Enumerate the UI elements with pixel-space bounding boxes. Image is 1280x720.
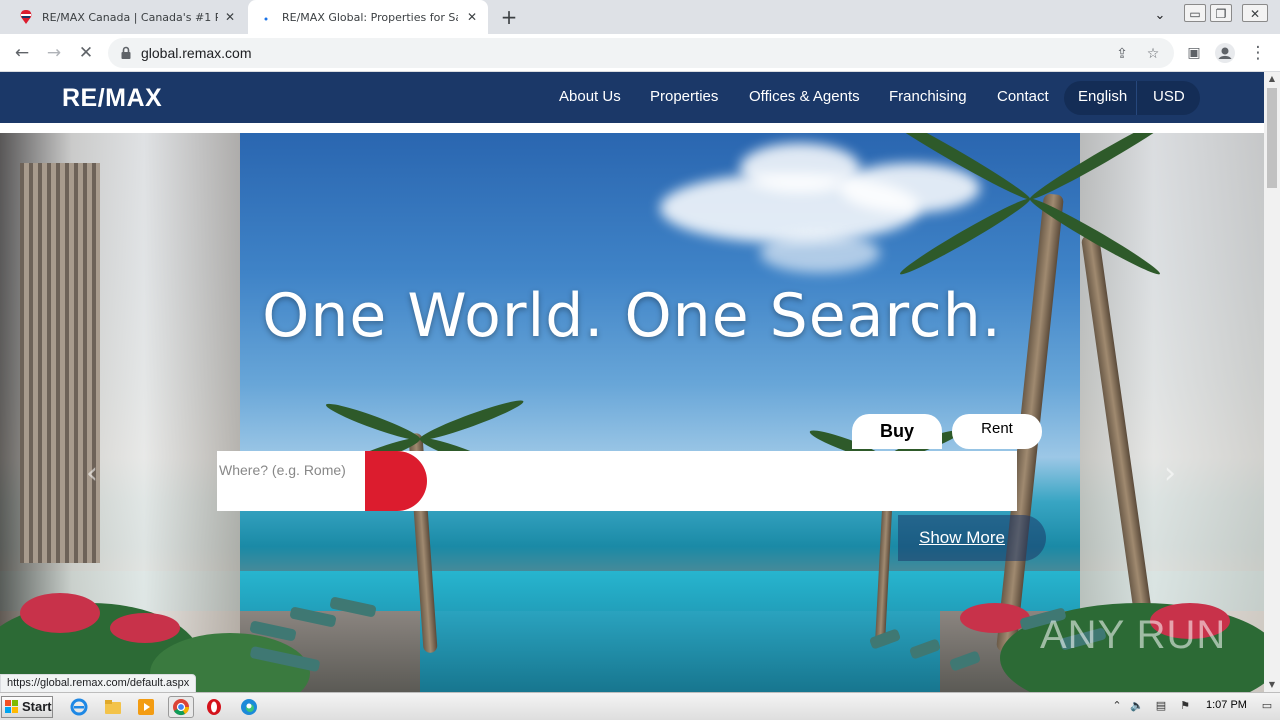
- currency-selector[interactable]: USD: [1153, 88, 1185, 105]
- restore-icon[interactable]: ❐: [1210, 4, 1232, 22]
- site-navbar: RE/MAX About Us Properties Offices & Age…: [0, 72, 1264, 123]
- opera-icon[interactable]: [205, 698, 223, 716]
- carousel-next-icon[interactable]: ›: [1158, 459, 1182, 489]
- tab-title: RE/MAX Canada | Canada's #1 Real Estate: [42, 10, 218, 24]
- flowers: [20, 593, 100, 633]
- tab-remax-canada[interactable]: RE/MAX Canada | Canada's #1 Real Estate …: [8, 0, 246, 34]
- carousel-prev-icon[interactable]: ‹: [80, 459, 104, 489]
- palm-frond: [323, 399, 423, 445]
- taskbar-clock[interactable]: 1:07 PM: [1206, 699, 1247, 711]
- tab-title: RE/MAX Global: Properties for Sale & Ren…: [282, 10, 458, 24]
- search-button[interactable]: [365, 451, 427, 511]
- profile-avatar-icon[interactable]: [1213, 41, 1237, 65]
- internet-explorer-icon[interactable]: [70, 698, 88, 716]
- rent-toggle-button[interactable]: Rent: [952, 414, 1042, 449]
- link-status-bubble: https://global.remax.com/default.aspx: [0, 674, 197, 693]
- scroll-down-icon[interactable]: ▼: [1264, 678, 1280, 692]
- nav-offices-agents[interactable]: Offices & Agents: [749, 88, 860, 105]
- bookmark-star-icon[interactable]: ☆: [1144, 45, 1162, 63]
- infinity-pool: [420, 611, 940, 692]
- nav-about-us[interactable]: About Us: [559, 88, 621, 105]
- nav-franchising[interactable]: Franchising: [889, 88, 967, 105]
- remax-balloon-icon: [18, 9, 34, 25]
- anyrun-watermark: ANY RUN: [1040, 613, 1227, 657]
- scroll-thumb[interactable]: [1267, 88, 1277, 188]
- start-label: Start: [22, 699, 52, 714]
- new-tab-icon[interactable]: +: [498, 6, 520, 28]
- language-selector[interactable]: English: [1078, 88, 1127, 105]
- volume-icon[interactable]: 🔈: [1130, 699, 1144, 713]
- page-scrollbar[interactable]: ▲ ▼: [1264, 72, 1280, 692]
- close-tab-icon[interactable]: ✕: [464, 9, 480, 25]
- edge-icon[interactable]: [240, 698, 258, 716]
- network-icon[interactable]: ▤: [1154, 699, 1168, 713]
- hero-banner: One World. One Search. ‹ › Buy Rent Show…: [0, 133, 1264, 692]
- hero-title: One World. One Search.: [262, 281, 1002, 351]
- back-icon[interactable]: ←: [10, 41, 34, 65]
- building-slats: [20, 163, 100, 563]
- divider: [1136, 81, 1137, 115]
- cloud: [840, 163, 980, 213]
- show-more-button[interactable]: Show More: [898, 515, 1046, 561]
- minimize-icon[interactable]: ▭: [1184, 4, 1206, 22]
- show-desktop-icon[interactable]: ▭: [1260, 699, 1274, 713]
- show-more-label: Show More: [919, 528, 1005, 547]
- flowers: [110, 613, 180, 643]
- web-page: RE/MAX About Us Properties Offices & Age…: [0, 72, 1264, 692]
- close-window-icon[interactable]: ✕: [1242, 4, 1268, 22]
- forward-icon[interactable]: →: [42, 41, 66, 65]
- action-center-flag-icon[interactable]: ⚑: [1178, 699, 1192, 713]
- chrome-taskbar-icon[interactable]: [168, 696, 194, 718]
- address-bar[interactable]: global.remax.com ⇪ ☆: [108, 38, 1174, 68]
- nav-properties[interactable]: Properties: [650, 88, 718, 105]
- flowers: [960, 603, 1030, 633]
- menu-kebab-icon[interactable]: ⋮: [1246, 41, 1270, 65]
- scroll-up-icon[interactable]: ▲: [1264, 72, 1280, 86]
- start-button[interactable]: Start: [1, 696, 53, 718]
- location-search-input[interactable]: [217, 451, 365, 511]
- lock-icon[interactable]: [118, 45, 134, 61]
- cloud: [760, 233, 880, 273]
- palm-frond: [417, 395, 526, 445]
- windows-logo-icon: [5, 700, 19, 714]
- url-text[interactable]: global.remax.com: [141, 45, 252, 61]
- close-tab-icon[interactable]: ✕: [222, 9, 238, 25]
- share-icon[interactable]: ⇪: [1113, 45, 1131, 63]
- stop-loading-icon[interactable]: ✕: [74, 41, 98, 65]
- remax-logo[interactable]: RE/MAX: [62, 84, 162, 113]
- browser-toolbar: ← → ✕ global.remax.com ⇪ ☆ ▣ ⋮: [0, 34, 1280, 72]
- tray-expand-icon[interactable]: ⌃: [1110, 699, 1124, 713]
- property-search-box: [217, 451, 1017, 511]
- side-panel-icon[interactable]: ▣: [1182, 41, 1206, 65]
- tab-search-chevron-icon[interactable]: ⌄: [1150, 8, 1170, 26]
- buy-toggle-button[interactable]: Buy: [852, 414, 942, 449]
- windows-taskbar: Start ⌃ 🔈 ▤ ⚑ 1:07 PM ▭: [0, 692, 1280, 720]
- loading-icon: [258, 9, 274, 25]
- tab-remax-global[interactable]: RE/MAX Global: Properties for Sale & Ren…: [248, 0, 488, 34]
- file-explorer-icon[interactable]: [104, 698, 122, 716]
- nav-contact[interactable]: Contact: [997, 88, 1049, 105]
- media-player-icon[interactable]: [137, 698, 155, 716]
- browser-tabstrip: RE/MAX Canada | Canada's #1 Real Estate …: [0, 0, 1280, 34]
